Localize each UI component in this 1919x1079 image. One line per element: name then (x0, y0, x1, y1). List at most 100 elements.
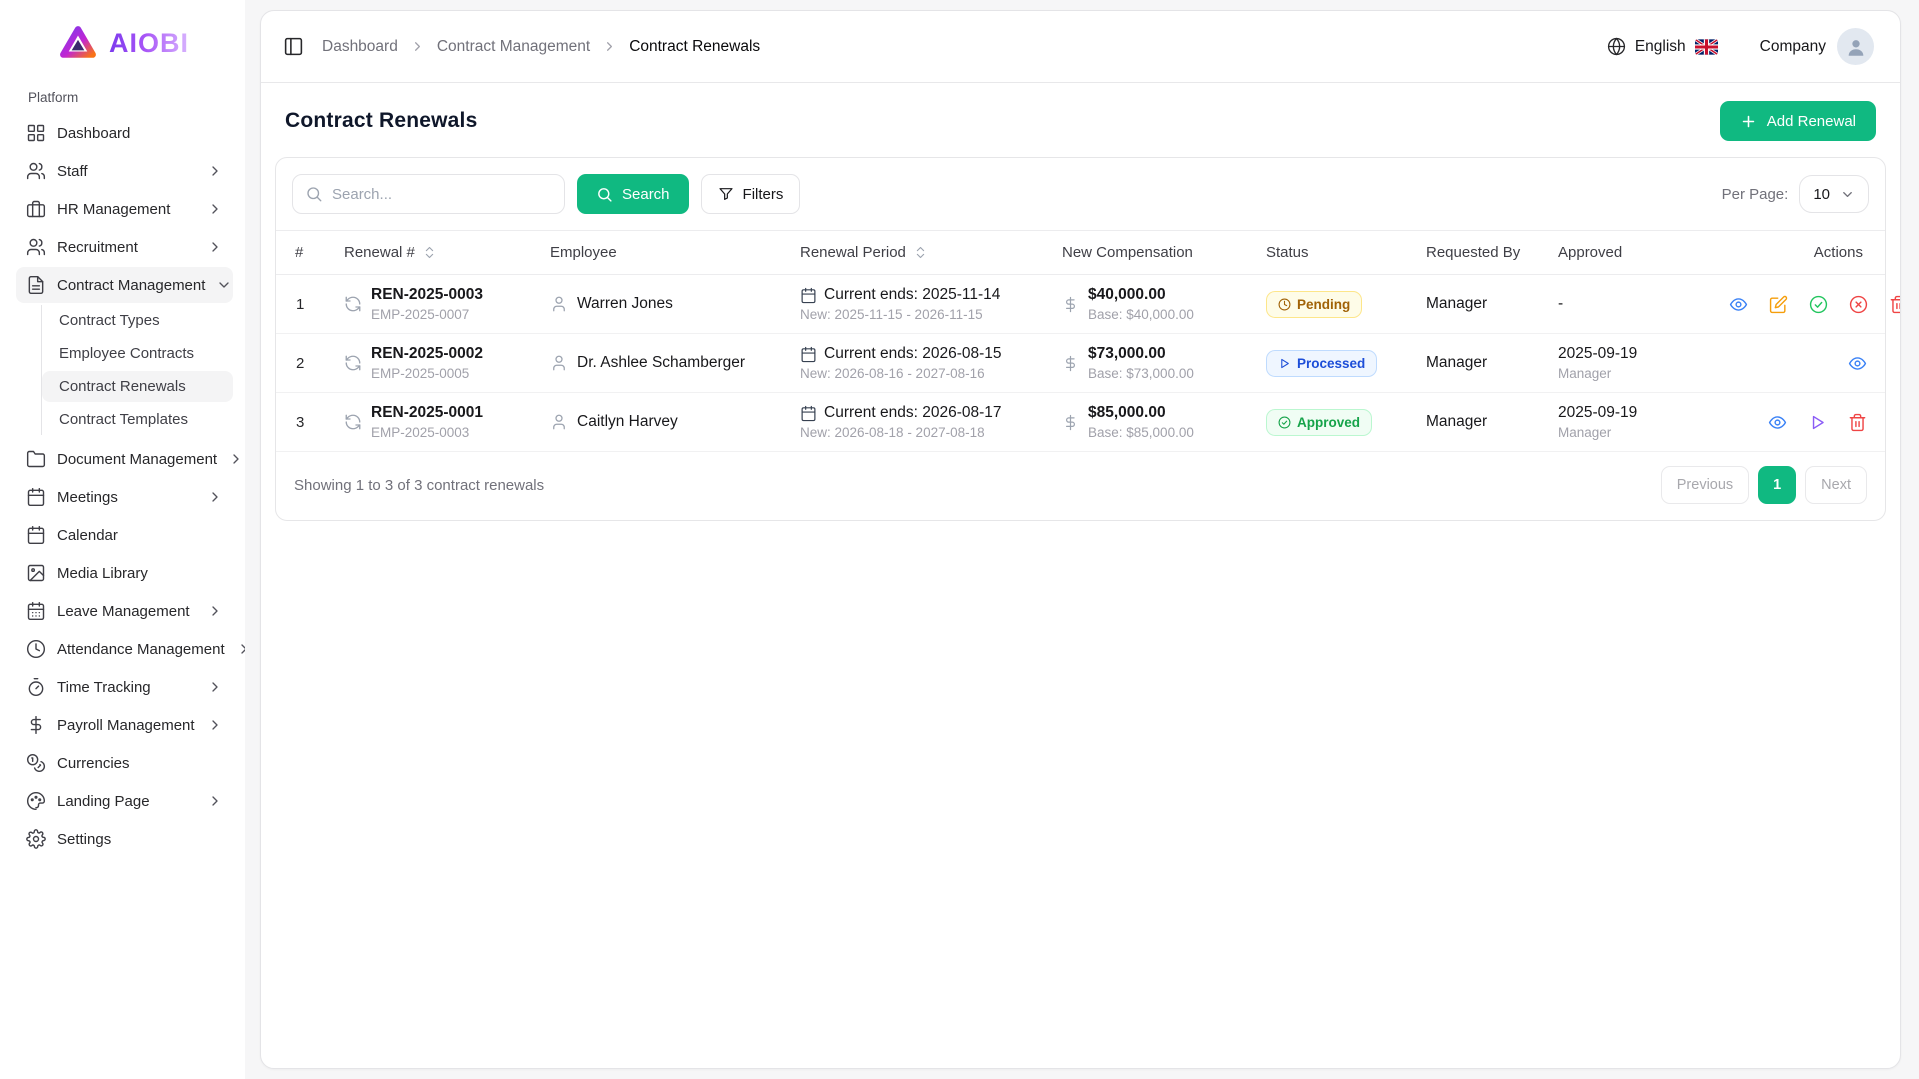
sidebar-item-staff[interactable]: Staff (16, 153, 233, 189)
chevrons-up-down-icon (913, 245, 928, 260)
approved-date: 2025-09-19 (1558, 404, 1688, 422)
sidebar-item-time-tracking[interactable]: Time Tracking (16, 669, 233, 705)
calendar-days-icon (26, 601, 46, 621)
search-box (292, 174, 565, 214)
breadcrumb-item-contract-renewals: Contract Renewals (629, 38, 760, 56)
sidebar-item-label: Settings (57, 831, 223, 848)
sidebar-item-payroll-management[interactable]: Payroll Management (16, 707, 233, 743)
sidebar-item-meetings[interactable]: Meetings (16, 479, 233, 515)
period-current: Current ends: 2026-08-17 (824, 404, 1002, 422)
period-new: New: 2025-11-15 - 2026-11-15 (800, 307, 1042, 322)
contract-renewals-panel: Search Filters Per Page: 10 (275, 157, 1886, 521)
chevron-down-icon (1840, 187, 1855, 202)
base-compensation: Base: $40,000.00 (1088, 307, 1194, 322)
per-page-select[interactable]: 10 (1799, 175, 1869, 213)
add-renewal-button[interactable]: Add Renewal (1720, 101, 1876, 141)
sidebar-item-document-management[interactable]: Document Management (16, 441, 233, 477)
breadcrumb-item-contract-management[interactable]: Contract Management (437, 38, 590, 56)
sidebar-item-label: Dashboard (57, 125, 223, 142)
brand-logo-icon (56, 24, 100, 62)
sidebar-subitem-employee-contracts[interactable]: Employee Contracts (42, 338, 233, 369)
folder-icon (26, 449, 46, 469)
search-input[interactable] (332, 186, 552, 203)
view-action-button[interactable] (1729, 295, 1748, 314)
column-header-actions: Actions (1698, 231, 1885, 275)
pagination: Previous 1 Next (1661, 466, 1867, 504)
edit-action-button[interactable] (1769, 295, 1788, 314)
table-row: 2REN-2025-0002EMP-2025-0005Dr. Ashlee Sc… (276, 334, 1885, 393)
reject-action-button[interactable] (1849, 295, 1868, 314)
sidebar-toggle-button[interactable] (283, 36, 304, 57)
sidebar-subitem-contract-templates[interactable]: Contract Templates (42, 404, 233, 435)
user-icon (550, 354, 568, 372)
base-compensation: Base: $73,000.00 (1088, 366, 1194, 381)
sidebar-item-label: Staff (57, 163, 196, 180)
period-current: Current ends: 2025-11-14 (824, 286, 1000, 304)
calendar-icon (26, 487, 46, 507)
view-action-button[interactable] (1848, 354, 1867, 373)
palette-icon (26, 791, 46, 811)
process-action-button[interactable] (1808, 413, 1827, 432)
page-body: Contract Renewals Add Renewal (261, 83, 1900, 1068)
table-header-row: #Renewal #EmployeeRenewal PeriodNew Comp… (276, 231, 1885, 275)
employee-name: Caitlyn Harvey (577, 413, 678, 431)
approve-action-button[interactable] (1809, 295, 1828, 314)
approved-by: Manager (1558, 366, 1688, 381)
user-avatar-icon (1845, 36, 1867, 58)
sidebar-item-label: Payroll Management (57, 717, 196, 734)
filter-funnel-icon (718, 186, 734, 202)
filters-button[interactable]: Filters (701, 174, 801, 214)
dollar-icon (26, 715, 46, 735)
view-action-button[interactable] (1768, 413, 1787, 432)
sidebar-item-label: Leave Management (57, 603, 196, 620)
sidebar-subitem-contract-renewals[interactable]: Contract Renewals (42, 371, 233, 402)
delete-action-button[interactable] (1889, 295, 1900, 314)
avatar (1837, 28, 1874, 65)
previous-page-button[interactable]: Previous (1661, 466, 1749, 504)
column-header-renewal[interactable]: Renewal # (334, 231, 540, 275)
row-index: 3 (296, 414, 304, 431)
calendar-icon (26, 525, 46, 545)
search-button[interactable]: Search (577, 174, 689, 214)
briefcase-icon (26, 199, 46, 219)
sidebar-subitem-contract-types[interactable]: Contract Types (42, 305, 233, 336)
results-summary: Showing 1 to 3 of 3 contract renewals (294, 477, 544, 494)
employee-code: EMP-2025-0005 (371, 366, 483, 381)
sidebar-item-leave-management[interactable]: Leave Management (16, 593, 233, 629)
approved-date: - (1558, 295, 1688, 313)
sidebar-item-label: Currencies (57, 755, 223, 772)
trash-icon (1848, 413, 1867, 432)
account-menu[interactable]: Company (1760, 28, 1874, 65)
sidebar-item-recruitment[interactable]: Recruitment (16, 229, 233, 265)
chevron-right-icon (602, 39, 617, 54)
sidebar-item-landing-page[interactable]: Landing Page (16, 783, 233, 819)
sidebar-item-hr-management[interactable]: HR Management (16, 191, 233, 227)
next-page-button[interactable]: Next (1805, 466, 1867, 504)
requested-by: Manager (1426, 354, 1538, 372)
column-header-renewal-period[interactable]: Renewal Period (790, 231, 1052, 275)
per-page-label: Per Page: (1722, 186, 1789, 203)
search-icon (596, 186, 613, 203)
play-icon (1808, 413, 1827, 432)
sidebar-item-currencies[interactable]: Currencies (16, 745, 233, 781)
dollar-icon (1062, 355, 1079, 372)
sidebar-item-media-library[interactable]: Media Library (16, 555, 233, 591)
users-icon (26, 161, 46, 181)
topbar: Dashboard Contract Management Contract Ren… (261, 11, 1900, 83)
refresh-icon (344, 354, 362, 372)
sidebar-item-dashboard[interactable]: Dashboard (16, 115, 233, 151)
delete-action-button[interactable] (1848, 413, 1867, 432)
sidebar-item-settings[interactable]: Settings (16, 821, 233, 857)
sidebar-item-calendar[interactable]: Calendar (16, 517, 233, 553)
sidebar-item-attendance-management[interactable]: Attendance Management (16, 631, 233, 667)
language-selector[interactable]: English (1607, 37, 1718, 56)
sidebar-item-label: Recruitment (57, 239, 196, 256)
employee-name: Dr. Ashlee Schamberger (577, 354, 745, 372)
sidebar-item-contract-management[interactable]: Contract Management (16, 267, 233, 303)
page-number-button[interactable]: 1 (1758, 466, 1796, 504)
calendar-icon (800, 287, 817, 304)
period-new: New: 2026-08-18 - 2027-08-18 (800, 425, 1042, 440)
breadcrumb-item-dashboard[interactable]: Dashboard (322, 38, 398, 56)
sidebar-item-label: Media Library (57, 565, 223, 582)
table-row: 1REN-2025-0003EMP-2025-0007Warren JonesC… (276, 275, 1885, 334)
